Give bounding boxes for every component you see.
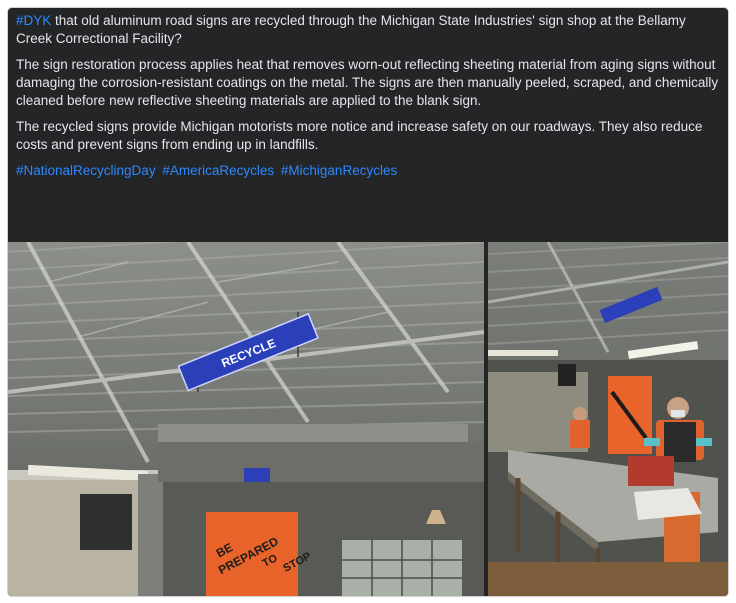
photo-workers-at-table[interactable] <box>488 242 728 596</box>
post-paragraph-3: The recycled signs provide Michigan moto… <box>16 119 703 152</box>
post-paragraph-2: The sign restoration process applies hea… <box>16 57 719 108</box>
hashtag-america-recycles[interactable]: #AmericaRecycles <box>162 163 274 178</box>
hashtag-michigan-recycles[interactable]: #MichiganRecycles <box>281 163 397 178</box>
post-body: #DYK that old aluminum road signs are re… <box>16 12 720 188</box>
photo-sign-shop-ceiling[interactable]: RECYCLE BE PREPARED TO STOP <box>8 242 484 596</box>
hashtag-row: #NationalRecyclingDay #AmericaRecycles #… <box>16 162 720 180</box>
post-card: #DYK that old aluminum road signs are re… <box>8 8 728 596</box>
post-paragraph-1-text: that old aluminum road signs are recycle… <box>16 13 686 46</box>
be-prepared-to-stop-poster: BE PREPARED TO STOP <box>206 512 313 596</box>
hashtag-national-recycling-day[interactable]: #NationalRecyclingDay <box>16 163 156 178</box>
photo-grid: RECYCLE BE PREPARED TO STOP <box>8 242 728 596</box>
post-paragraph-1: #DYK that old aluminum road signs are re… <box>16 12 720 48</box>
dyk-hashtag-link[interactable]: #DYK <box>16 13 51 28</box>
